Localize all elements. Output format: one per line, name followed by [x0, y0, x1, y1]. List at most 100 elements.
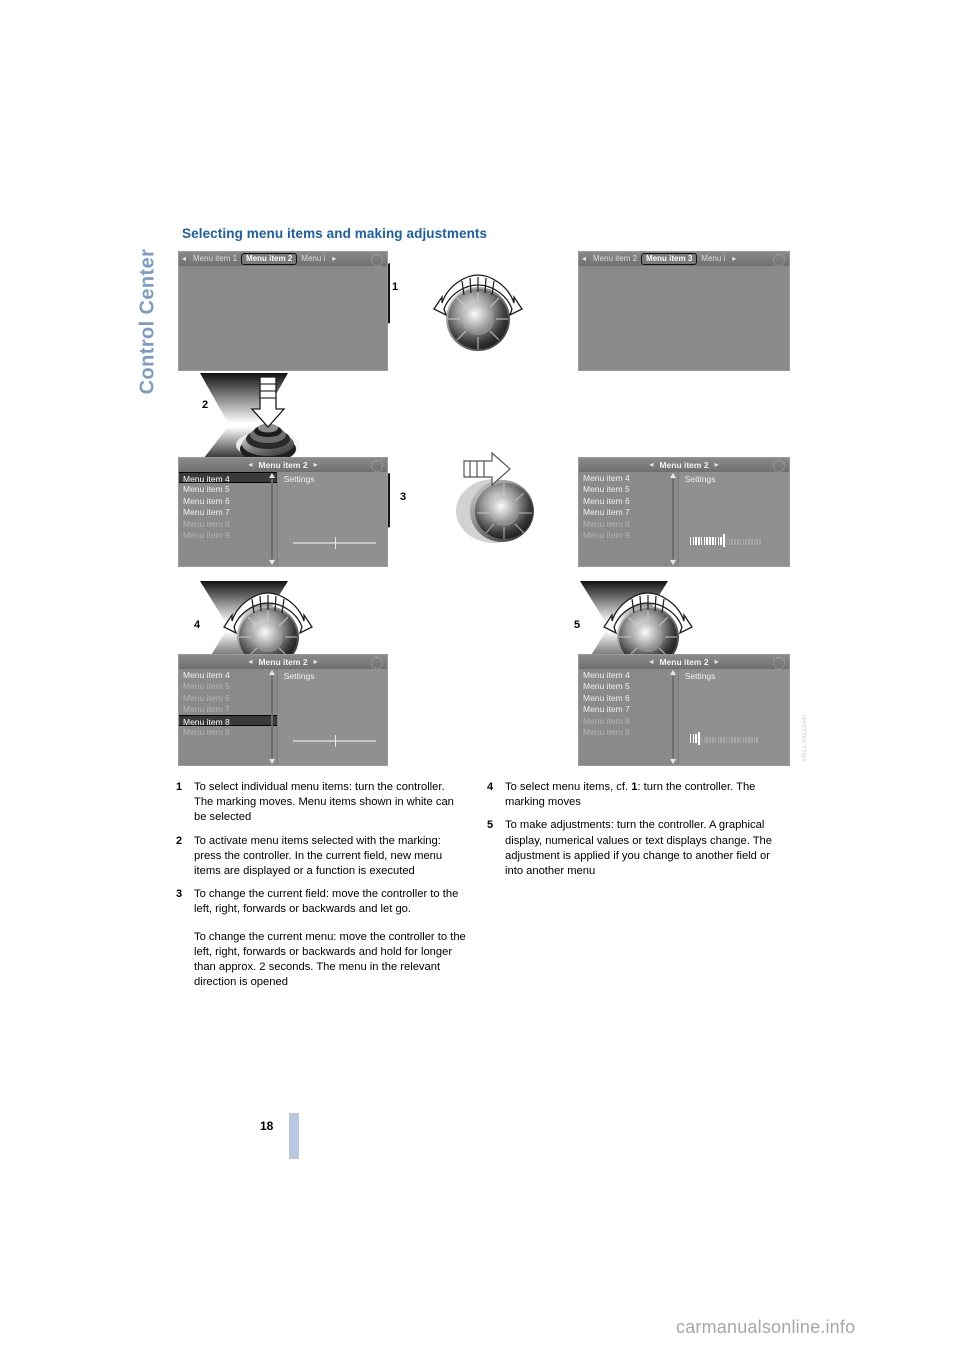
list-item[interactable]: Menu item 4	[179, 669, 277, 680]
scrollbar[interactable]	[268, 670, 276, 764]
bargraph-bar	[731, 737, 734, 744]
next-arrow-icon[interactable]: ▸	[712, 658, 722, 666]
bargraph-bar	[745, 737, 747, 744]
next-arrow-icon[interactable]: ▸	[311, 658, 321, 666]
tab-menu-item-2[interactable]: Menu item 2	[589, 255, 641, 263]
list-item[interactable]: Menu item 4	[179, 472, 277, 484]
scroll-track[interactable]	[271, 479, 274, 559]
slider-knob[interactable]	[334, 536, 337, 549]
screen-topbar: ◂ Menu item 2 ▸	[179, 458, 387, 473]
screen-body: Menu item 4 Menu item 5 Menu item 6 Menu…	[579, 669, 789, 765]
list-item[interactable]: Menu item 8	[579, 715, 678, 726]
next-arrow-icon[interactable]: ▸	[729, 255, 739, 263]
tab-menu-item-2-selected[interactable]: Menu item 2	[241, 253, 298, 265]
gear-icon[interactable]	[371, 460, 383, 472]
prev-arrow-icon[interactable]: ◂	[579, 255, 589, 263]
prev-arrow-icon[interactable]: ◂	[646, 461, 656, 469]
settings-title: Settings	[283, 474, 315, 484]
list-item[interactable]: Menu item 6	[579, 495, 678, 506]
slider-knob[interactable]	[334, 735, 337, 748]
tab-menu-item-1[interactable]: Menu item 1	[189, 255, 241, 263]
next-arrow-icon[interactable]: ▸	[311, 461, 321, 469]
list-item[interactable]: Menu item 4	[579, 669, 678, 680]
list-item[interactable]: Menu item 7	[179, 506, 277, 517]
prev-arrow-icon[interactable]: ◂	[646, 658, 656, 666]
list-item[interactable]: Menu item 8	[579, 518, 678, 529]
list-item[interactable]: Menu item 5	[179, 680, 277, 691]
scroll-up-icon[interactable]	[669, 473, 676, 478]
scroll-up-icon[interactable]	[669, 670, 676, 675]
bargraph-bar	[714, 737, 717, 744]
list-item[interactable]: Menu item 5	[179, 483, 277, 494]
bargraph-bar	[689, 537, 692, 546]
screen-title: Menu item 2	[258, 657, 308, 667]
list-item[interactable]: Menu item 5	[579, 483, 678, 494]
settings-bargraph[interactable]	[689, 732, 780, 746]
gear-icon[interactable]	[773, 254, 785, 266]
figure-reference-code: VN12.00232AVI	[802, 714, 808, 762]
list-item[interactable]: Menu item 6	[179, 692, 277, 703]
screen-body	[179, 266, 387, 370]
gear-icon[interactable]	[773, 657, 785, 669]
screen-body: Menu item 4 Menu item 5 Menu item 6 Menu…	[579, 472, 789, 566]
page-title: Selecting menu items and making adjustme…	[182, 226, 488, 241]
list-item[interactable]: Menu item 8	[179, 518, 277, 529]
bargraph-bar	[695, 537, 697, 546]
scrollbar[interactable]	[669, 670, 677, 764]
scroll-down-icon[interactable]	[268, 560, 275, 565]
instruction-step-text: To select menu items, cf. 1: turn the co…	[505, 780, 787, 810]
prev-arrow-icon[interactable]: ◂	[245, 461, 255, 469]
list-item[interactable]: Menu item 9	[579, 726, 678, 737]
bargraph-bar	[734, 539, 736, 546]
list-item[interactable]: Menu item 6	[179, 495, 277, 506]
bargraph-bar	[709, 537, 711, 546]
next-arrow-icon[interactable]: ▸	[712, 461, 722, 469]
watermark: carmanualsonline.info	[676, 1317, 856, 1337]
settings-pane: Settings	[678, 669, 789, 765]
list-item[interactable]: Menu item 5	[579, 680, 678, 691]
bargraph-bar	[737, 539, 739, 546]
list-item[interactable]: Menu item 8	[179, 714, 277, 727]
settings-bargraph[interactable]	[689, 534, 780, 548]
settings-title: Settings	[684, 671, 716, 681]
instruction-step-number: 5	[487, 819, 494, 832]
settings-slider[interactable]	[293, 735, 377, 748]
bargraph-bar	[717, 737, 720, 744]
settings-pane: Settings	[277, 472, 387, 566]
figure-step-number-2: 2	[202, 399, 209, 411]
bargraph-bar	[725, 737, 728, 744]
instruction-step-text: To make adjustments: turn the controller…	[505, 818, 787, 879]
list-item[interactable]: Menu item 7	[179, 703, 277, 714]
prev-arrow-icon[interactable]: ◂	[245, 658, 255, 666]
tab-menu-item-3-selected[interactable]: Menu item 3	[641, 253, 698, 265]
scroll-track[interactable]	[672, 676, 675, 758]
list-item[interactable]: Menu item 9	[179, 726, 277, 737]
instructions-column-left: 1 To select individual menu items: turn t…	[176, 780, 466, 998]
gear-icon[interactable]	[371, 657, 383, 669]
scroll-down-icon[interactable]	[268, 759, 275, 764]
menu-list: Menu item 4 Menu item 5 Menu item 6 Menu…	[179, 472, 278, 566]
gear-icon[interactable]	[773, 460, 785, 472]
scroll-down-icon[interactable]	[669, 759, 676, 764]
scroll-up-icon[interactable]	[268, 670, 275, 675]
list-item[interactable]: Menu item 4	[579, 472, 678, 483]
tab-menu-item-next[interactable]: Menu i	[297, 255, 329, 263]
scroll-track[interactable]	[672, 479, 675, 559]
tab-menu-item-next[interactable]: Menu i	[697, 255, 729, 263]
instruction-step-text: To change the current field: move the co…	[194, 887, 466, 990]
next-arrow-icon[interactable]: ▸	[329, 255, 339, 263]
list-item[interactable]: Menu item 7	[579, 506, 678, 517]
gear-icon[interactable]	[371, 254, 383, 266]
list-item[interactable]: Menu item 6	[579, 692, 678, 703]
settings-slider[interactable]	[293, 536, 377, 549]
scrollbar[interactable]	[669, 473, 677, 565]
scroll-down-icon[interactable]	[669, 560, 676, 565]
scroll-track[interactable]	[271, 676, 274, 758]
scrollbar[interactable]	[268, 473, 276, 565]
idrive-screen-mid-left: ◂ Menu item 2 ▸ Menu item 4 Menu item 5 …	[178, 457, 388, 567]
list-item[interactable]: Menu item 7	[579, 703, 678, 714]
scroll-up-icon[interactable]	[268, 473, 275, 478]
list-item[interactable]: Menu item 9	[579, 529, 678, 540]
list-item[interactable]: Menu item 9	[179, 529, 277, 540]
prev-arrow-icon[interactable]: ◂	[179, 255, 189, 263]
